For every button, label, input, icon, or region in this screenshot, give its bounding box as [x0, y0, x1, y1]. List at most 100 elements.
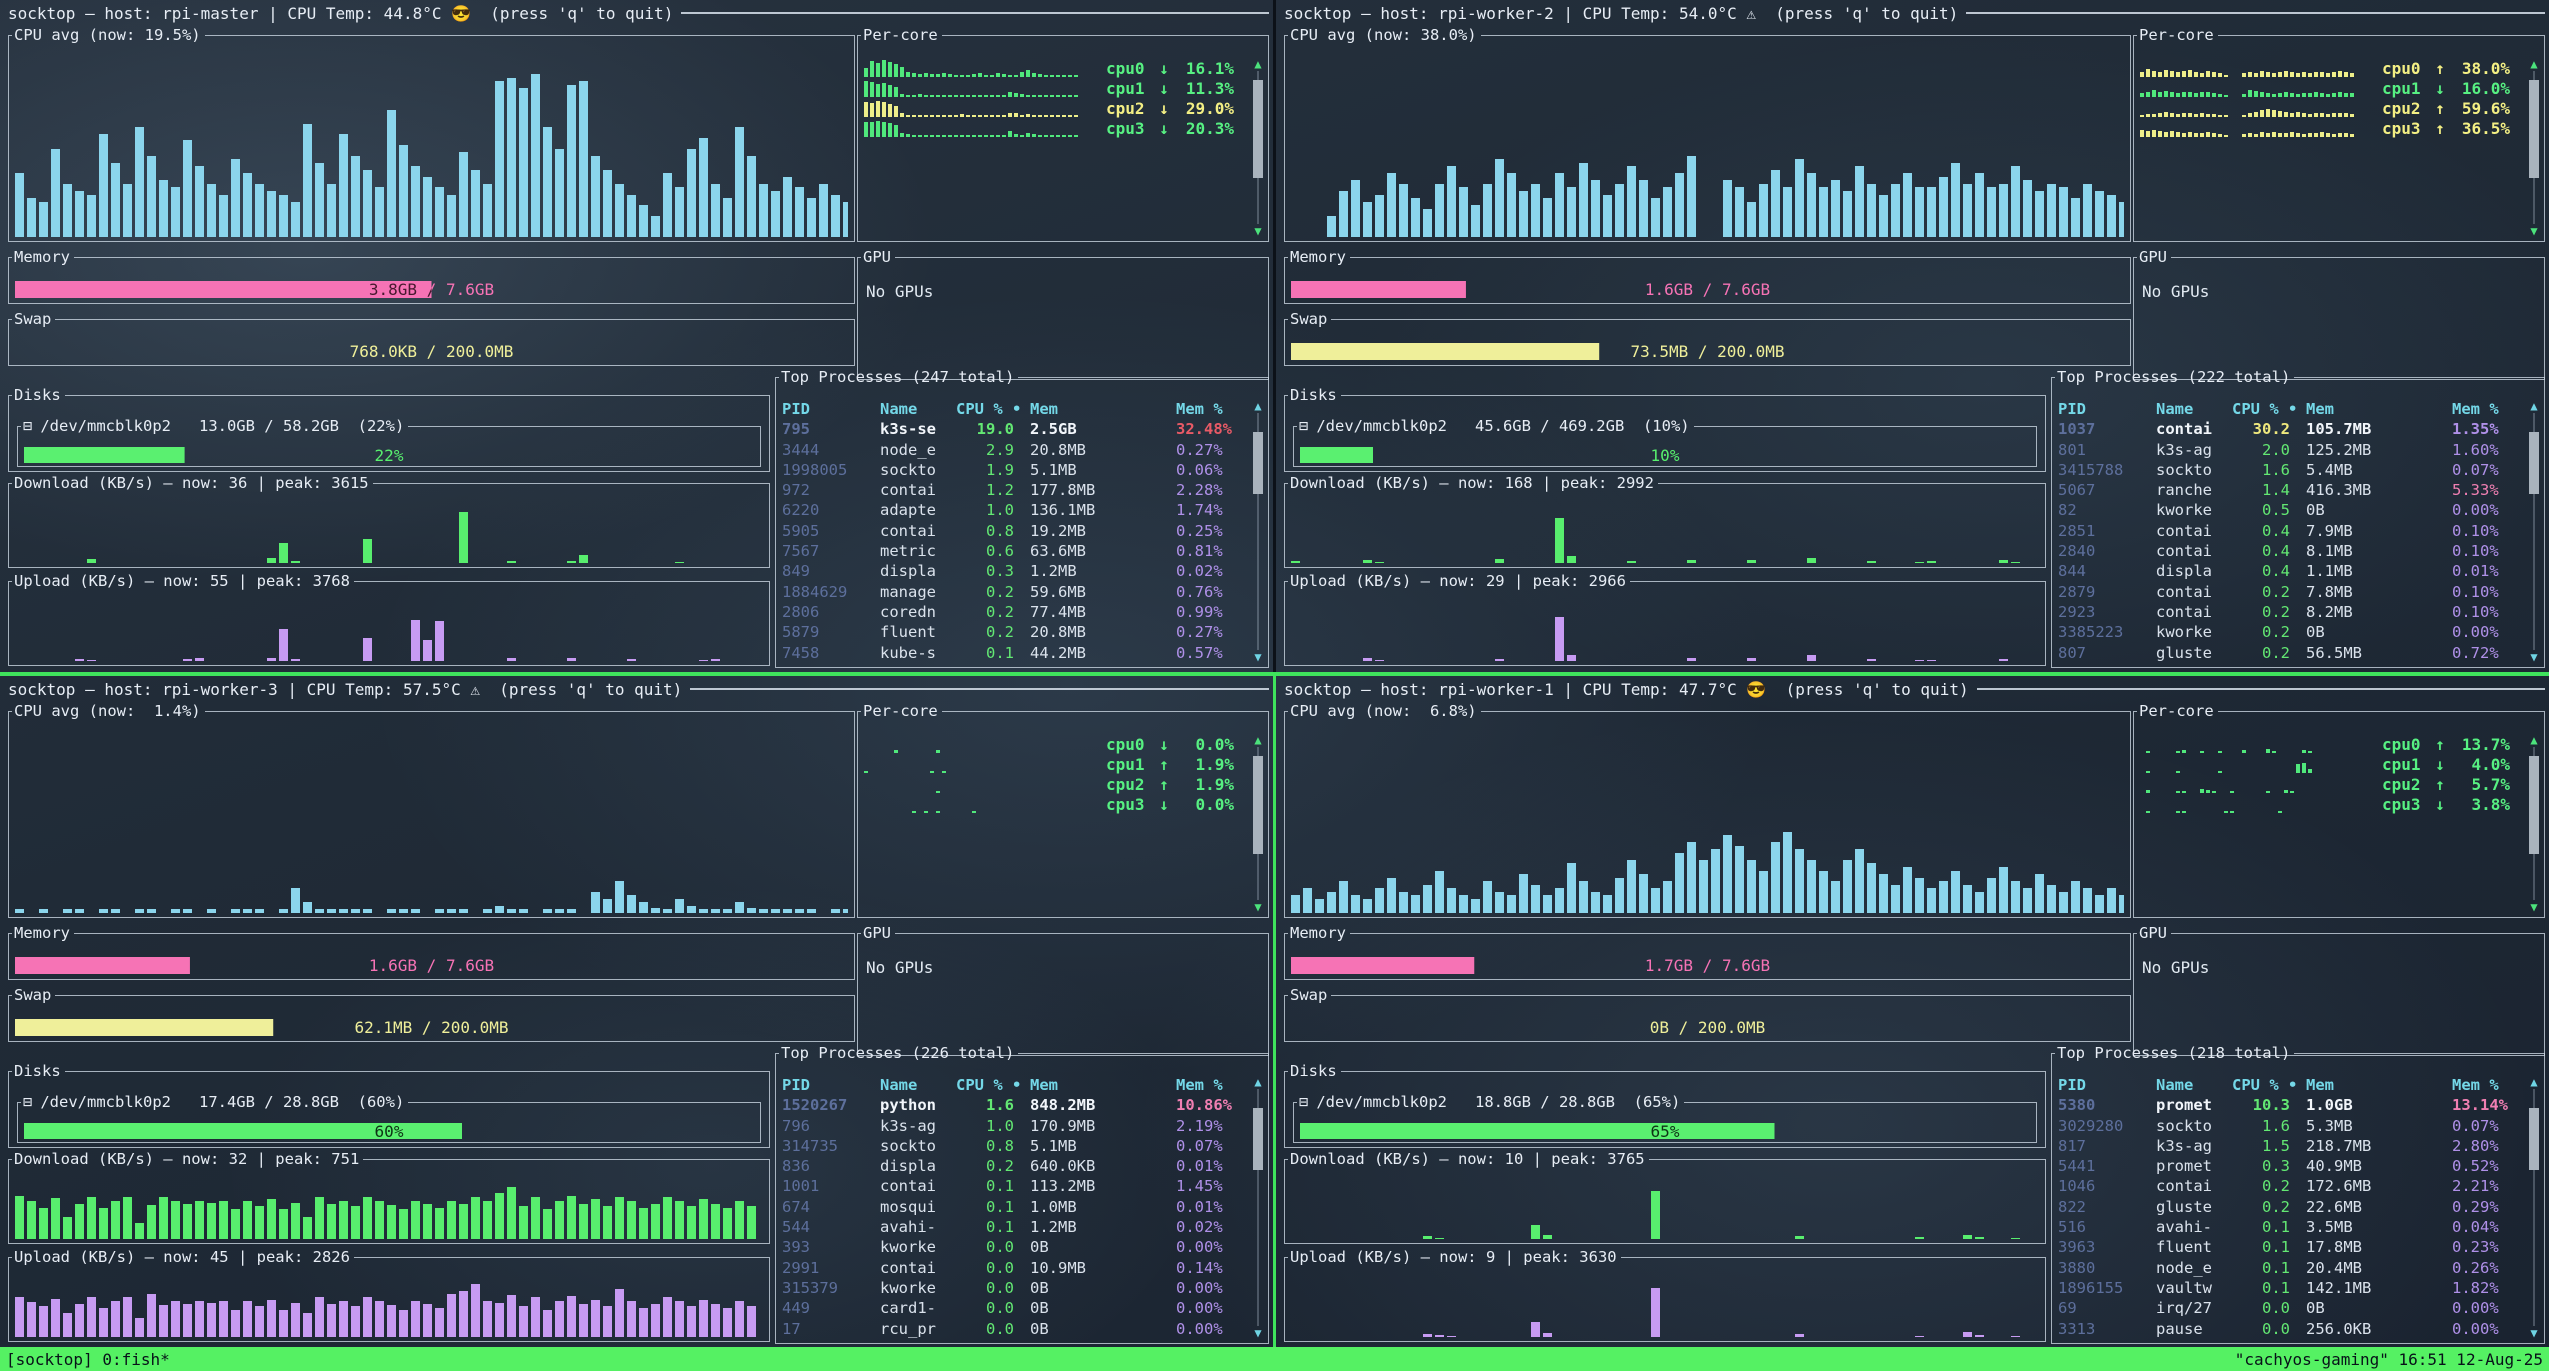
process-row[interactable]: 972contai1.2177.8MB2.28% — [782, 480, 1246, 500]
column-header[interactable]: Mem % — [1176, 399, 1246, 419]
scrollbar-track[interactable] — [2529, 71, 2539, 224]
pane-rpi-master[interactable]: socktop — host: rpi-master | CPU Temp: 4… — [0, 0, 1273, 672]
process-row[interactable]: 2806coredn0.277.4MB0.99% — [782, 602, 1246, 622]
process-row[interactable]: 2851contai0.47.9MB0.10% — [2058, 521, 2522, 541]
process-row[interactable]: 674mosqui0.11.0MB0.01% — [782, 1197, 1246, 1217]
process-scrollbar[interactable]: ▲ ▼ — [2526, 399, 2542, 664]
scroll-down-icon[interactable]: ▼ — [2530, 1326, 2537, 1340]
scrollbar-track[interactable] — [2529, 413, 2539, 650]
column-header[interactable]: Mem — [2306, 1075, 2452, 1095]
process-row[interactable]: 1046contai0.2172.6MB2.21% — [2058, 1176, 2522, 1196]
scrollbar-thumb[interactable] — [2529, 756, 2539, 854]
process-row[interactable]: 3444node_e2.920.8MB0.27% — [782, 440, 1246, 460]
process-row[interactable]: 2991contai0.010.9MB0.14% — [782, 1258, 1246, 1278]
process-row[interactable]: 3963fluent0.117.8MB0.23% — [2058, 1237, 2522, 1257]
process-row[interactable]: 315379kworke0.00B0.00% — [782, 1278, 1246, 1298]
process-row[interactable]: 817k3s-ag1.5218.7MB2.80% — [2058, 1136, 2522, 1156]
process-row[interactable]: 1037contai30.2105.7MB1.35% — [2058, 419, 2522, 439]
process-row[interactable]: 544avahi-0.11.2MB0.02% — [782, 1217, 1246, 1237]
column-header[interactable]: Mem % — [2452, 399, 2522, 419]
column-header[interactable]: Mem — [1030, 399, 1176, 419]
column-header[interactable]: CPU % • — [956, 1075, 1030, 1095]
scroll-down-icon[interactable]: ▼ — [2530, 900, 2537, 914]
scroll-down-icon[interactable]: ▼ — [2530, 224, 2537, 238]
process-row[interactable]: 844displa0.41.1MB0.01% — [2058, 561, 2522, 581]
scrollbar-track[interactable] — [2529, 1089, 2539, 1326]
pane-divider-vertical-top[interactable] — [1273, 0, 1276, 672]
scrollbar-thumb[interactable] — [1253, 80, 1263, 178]
scroll-down-icon[interactable]: ▼ — [2530, 650, 2537, 664]
process-row[interactable]: 1884629manage0.259.6MB0.76% — [782, 582, 1246, 602]
process-row[interactable]: 1998005sockto1.95.1MB0.06% — [782, 460, 1246, 480]
process-row[interactable]: 6220adapte1.0136.1MB1.74% — [782, 500, 1246, 520]
process-row[interactable]: 2840contai0.48.1MB0.10% — [2058, 541, 2522, 561]
process-row[interactable]: 2879contai0.27.8MB0.10% — [2058, 582, 2522, 602]
scrollbar-thumb[interactable] — [2529, 432, 2539, 494]
process-row[interactable]: 5380promet10.31.0GB13.14% — [2058, 1095, 2522, 1115]
process-row[interactable]: 5067ranche1.4416.3MB5.33% — [2058, 480, 2522, 500]
process-row[interactable]: 807gluste0.256.5MB0.72% — [2058, 643, 2522, 663]
process-row[interactable]: 3029280sockto1.65.3MB0.07% — [2058, 1116, 2522, 1136]
scroll-down-icon[interactable]: ▼ — [1254, 224, 1261, 238]
process-row[interactable]: 5879fluent0.220.8MB0.27% — [782, 622, 1246, 642]
process-row[interactable]: 795k3s-se19.02.5GB32.48% — [782, 419, 1246, 439]
process-row[interactable]: 5905contai0.819.2MB0.25% — [782, 521, 1246, 541]
scrollbar-thumb[interactable] — [1253, 756, 1263, 854]
scroll-up-icon[interactable]: ▲ — [1254, 1075, 1261, 1089]
pane-rpi-worker-1[interactable]: socktop — host: rpi-worker-1 | CPU Temp:… — [1276, 676, 2549, 1348]
column-header[interactable]: Mem — [1030, 1075, 1176, 1095]
process-row[interactable]: 796k3s-ag1.0170.9MB2.19% — [782, 1116, 1246, 1136]
process-row[interactable]: 822gluste0.222.6MB0.29% — [2058, 1197, 2522, 1217]
process-row[interactable]: 836displa0.2640.0KB0.01% — [782, 1156, 1246, 1176]
pane-rpi-worker-3[interactable]: socktop — host: rpi-worker-3 | CPU Temp:… — [0, 676, 1273, 1348]
scroll-up-icon[interactable]: ▲ — [1254, 733, 1261, 747]
process-row[interactable]: 801k3s-ag2.0125.2MB1.60% — [2058, 440, 2522, 460]
process-row[interactable]: 17rcu_pr0.00B0.00% — [782, 1319, 1246, 1339]
per-core-scrollbar[interactable]: ▲ ▼ — [2526, 57, 2542, 238]
scroll-up-icon[interactable]: ▲ — [2530, 399, 2537, 413]
process-row[interactable]: 7567metric0.663.6MB0.81% — [782, 541, 1246, 561]
column-header[interactable]: Name — [880, 399, 956, 419]
column-header[interactable]: Mem % — [1176, 1075, 1246, 1095]
column-header[interactable]: Mem — [2306, 399, 2452, 419]
process-row[interactable]: 2923contai0.28.2MB0.10% — [2058, 602, 2522, 622]
column-header[interactable]: PID — [2058, 399, 2156, 419]
pane-rpi-worker-2[interactable]: socktop — host: rpi-worker-2 | CPU Temp:… — [1276, 0, 2549, 672]
process-row[interactable]: 1001contai0.1113.2MB1.45% — [782, 1176, 1246, 1196]
column-header[interactable]: CPU % • — [2232, 1075, 2306, 1095]
column-header[interactable]: PID — [2058, 1075, 2156, 1095]
process-row[interactable]: 1520267python1.6848.2MB10.86% — [782, 1095, 1246, 1115]
scrollbar-track[interactable] — [1253, 71, 1263, 224]
pane-divider-vertical-bottom[interactable] — [1273, 676, 1276, 1347]
scrollbar-track[interactable] — [1253, 747, 1263, 900]
scrollbar-thumb[interactable] — [1253, 432, 1263, 494]
per-core-scrollbar[interactable]: ▲ ▼ — [1250, 57, 1266, 238]
scrollbar-thumb[interactable] — [2529, 80, 2539, 178]
scrollbar-thumb[interactable] — [2529, 1108, 2539, 1170]
process-row[interactable]: 7458kube-s0.144.2MB0.57% — [782, 643, 1246, 663]
column-header[interactable]: Name — [2156, 1075, 2232, 1095]
scrollbar-thumb[interactable] — [1253, 1108, 1263, 1170]
scroll-up-icon[interactable]: ▲ — [2530, 733, 2537, 747]
scrollbar-track[interactable] — [1253, 413, 1263, 650]
process-row[interactable]: 516avahi-0.13.5MB0.04% — [2058, 1217, 2522, 1237]
process-row[interactable]: 3313pause0.0256.0KB0.00% — [2058, 1319, 2522, 1339]
scroll-up-icon[interactable]: ▲ — [2530, 1075, 2537, 1089]
scroll-down-icon[interactable]: ▼ — [1254, 900, 1261, 914]
column-header[interactable]: Name — [880, 1075, 956, 1095]
process-row[interactable]: 3385223kworke0.20B0.00% — [2058, 622, 2522, 642]
process-row[interactable]: 449card1-0.00B0.00% — [782, 1298, 1246, 1318]
column-header[interactable]: CPU % • — [956, 399, 1030, 419]
process-row[interactable]: 69irq/270.00B0.00% — [2058, 1298, 2522, 1318]
scroll-down-icon[interactable]: ▼ — [1254, 1326, 1261, 1340]
scrollbar-track[interactable] — [2529, 747, 2539, 900]
process-row[interactable]: 849displa0.31.2MB0.02% — [782, 561, 1246, 581]
column-header[interactable]: Name — [2156, 399, 2232, 419]
process-scrollbar[interactable]: ▲ ▼ — [1250, 1075, 1266, 1340]
process-row[interactable]: 3415788sockto1.65.4MB0.07% — [2058, 460, 2522, 480]
per-core-scrollbar[interactable]: ▲ ▼ — [2526, 733, 2542, 914]
process-row[interactable]: 1896155vaultw0.1142.1MB1.82% — [2058, 1278, 2522, 1298]
scroll-up-icon[interactable]: ▲ — [2530, 57, 2537, 71]
process-scrollbar[interactable]: ▲ ▼ — [2526, 1075, 2542, 1340]
process-row[interactable]: 314735sockto0.85.1MB0.07% — [782, 1136, 1246, 1156]
